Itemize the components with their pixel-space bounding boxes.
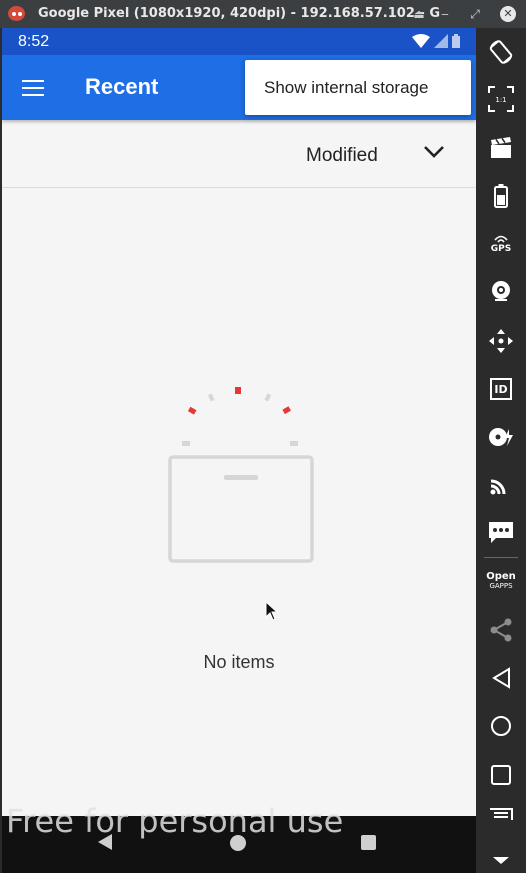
menu-item-show-internal-storage[interactable]: Show internal storage	[245, 60, 471, 115]
battery-status-icon	[452, 34, 460, 48]
opengapps-label-bottom: GAPPS	[489, 581, 513, 590]
screenrecord-icon	[491, 137, 511, 158]
battery-icon	[494, 184, 508, 208]
share-button[interactable]	[476, 610, 526, 650]
minimize-button[interactable]: ‒	[436, 5, 454, 23]
opengapps-label-top: Open	[486, 570, 516, 582]
android-menu-button[interactable]	[476, 808, 526, 832]
menu-icon	[490, 808, 513, 820]
opengapps-button[interactable]: Open GAPPS	[476, 561, 526, 601]
move-icon	[489, 329, 513, 353]
sort-bar: Modified	[2, 120, 476, 188]
window-title: Google Pixel (1080x1920, 420dpi) - 192.1…	[38, 6, 440, 21]
expand-toolbar-button[interactable]	[476, 848, 526, 872]
camera-button[interactable]	[476, 271, 526, 311]
sort-label[interactable]: Modified	[306, 145, 378, 167]
id-icon: ID	[490, 378, 512, 400]
recents-icon	[491, 765, 511, 785]
back-icon	[492, 667, 510, 689]
one-to-one-icon: 1:1	[488, 86, 514, 112]
status-bar: 8:52	[2, 28, 476, 55]
empty-state-text: No items	[203, 652, 275, 672]
emulator-toolbar: 1:1 GPS ID Open GAPPS	[476, 28, 526, 873]
battery-button[interactable]	[476, 176, 526, 216]
sms-icon	[489, 522, 513, 543]
cast-icon	[490, 479, 506, 495]
pixel-perfect-button[interactable]: 1:1	[476, 79, 526, 119]
id-label: ID	[494, 382, 508, 396]
media-button[interactable]	[476, 417, 526, 457]
page-title: Recent	[85, 74, 159, 99]
close-button[interactable]: ✕	[500, 6, 516, 22]
hamburger-menu-icon[interactable]	[22, 80, 44, 96]
media-icon	[489, 428, 513, 446]
mouse-cursor-icon	[265, 601, 279, 621]
svg-text:1:1: 1:1	[495, 96, 506, 104]
android-home-button[interactable]	[476, 706, 526, 746]
toolbar-separator	[484, 557, 518, 558]
genymotion-app-icon	[8, 6, 25, 21]
camera-icon	[492, 281, 510, 301]
gps-icon	[494, 235, 508, 243]
watermark: Free for personal use	[6, 802, 344, 840]
keep-above-button[interactable]: ⏏	[410, 5, 428, 23]
signal-icon	[434, 34, 448, 48]
android-recents-button[interactable]	[476, 755, 526, 795]
share-icon	[490, 618, 512, 642]
sms-button[interactable]	[476, 512, 526, 552]
rotate-button[interactable]	[476, 32, 526, 72]
cast-button[interactable]	[476, 464, 526, 504]
home-icon	[491, 716, 511, 736]
wifi-icon	[412, 34, 430, 48]
empty-box-illustration	[168, 387, 314, 563]
screenrecord-button[interactable]	[476, 128, 526, 168]
window-titlebar: Google Pixel (1080x1920, 420dpi) - 192.1…	[0, 0, 526, 28]
android-back-button[interactable]	[476, 658, 526, 698]
nav-recents-icon[interactable]	[361, 835, 376, 850]
device-screen: 8:52 Recent Show internal storage Modifi…	[2, 28, 476, 873]
gps-button[interactable]: GPS	[476, 224, 526, 264]
rotate-icon	[489, 40, 513, 64]
device-id-button[interactable]: ID	[476, 369, 526, 409]
chevron-down-icon[interactable]	[422, 140, 446, 164]
move-button[interactable]	[476, 321, 526, 361]
status-icons	[412, 34, 460, 48]
restore-button[interactable]: ⤢	[466, 5, 484, 23]
status-time: 8:52	[18, 32, 50, 50]
gps-label: GPS	[490, 244, 512, 254]
expand-icon	[493, 857, 509, 864]
